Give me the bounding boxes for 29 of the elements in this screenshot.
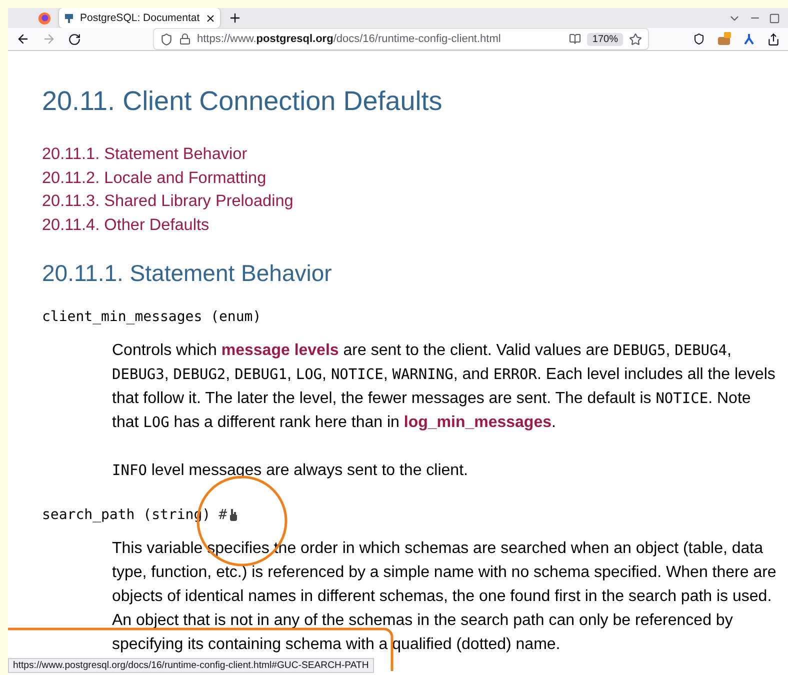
toc-link[interactable]: 20.11.2. Locale and Formatting <box>42 168 266 188</box>
anchor-link[interactable]: # <box>218 506 228 522</box>
parameter-name: client_min_messages (enum) <box>42 308 262 324</box>
lock-icon <box>179 33 191 45</box>
reader-icon[interactable] <box>569 33 582 45</box>
hand-cursor-icon <box>229 508 238 521</box>
page-title: 20.11. Client Connection Defaults <box>42 85 444 118</box>
address-bar[interactable]: https://www.postgresql.org/docs/16/runtime-config-client.html 170% <box>153 28 649 50</box>
text-link[interactable]: log_min_messages <box>404 414 552 430</box>
extension-icon[interactable] <box>717 32 731 46</box>
section-title: 20.11.1. Statement Behavior <box>42 258 333 286</box>
paragraph: Controls which message levels are sent to the client. Valid values are DEBUG5, DEBUG4, DEBUG3, DEBUG2, DEBUG1, LOG, NOTICE, WARNING, and ERROR. Each level includes all the levels that follow it. The later the level, the fewer messages are sent. The default is NOTICE. Note that LOG has a different rank here than in log_min_messages. <box>112 340 776 432</box>
share-icon[interactable] <box>767 32 780 46</box>
browser-logo-icon[interactable] <box>38 12 51 24</box>
zoom-level[interactable]: 170% <box>587 32 623 46</box>
paragraph: INFO level messages are always sent to the client. <box>112 460 469 480</box>
new-tab-icon[interactable] <box>228 11 242 25</box>
star-icon[interactable] <box>629 32 642 46</box>
shield-icon[interactable] <box>160 32 173 46</box>
toc-link[interactable]: 20.11.4. Other Defaults <box>42 214 210 234</box>
back-icon[interactable] <box>16 32 30 46</box>
status-bar: https://www.postgresql.org/docs/16/runtime-config-client.html#GUC-SEARCH-PATH <box>8 658 374 673</box>
browser-tab[interactable]: PostgreSQL: Documentat <box>59 8 220 28</box>
text-link[interactable]: message levels <box>221 342 339 358</box>
toc-link[interactable]: 20.11.1. Statement Behavior <box>42 144 248 164</box>
maximize-icon[interactable] <box>769 12 780 24</box>
reload-icon[interactable] <box>68 32 81 46</box>
toc-link[interactable]: 20.11.3. Shared Library Preloading <box>42 191 294 211</box>
close-icon[interactable] <box>204 12 216 24</box>
